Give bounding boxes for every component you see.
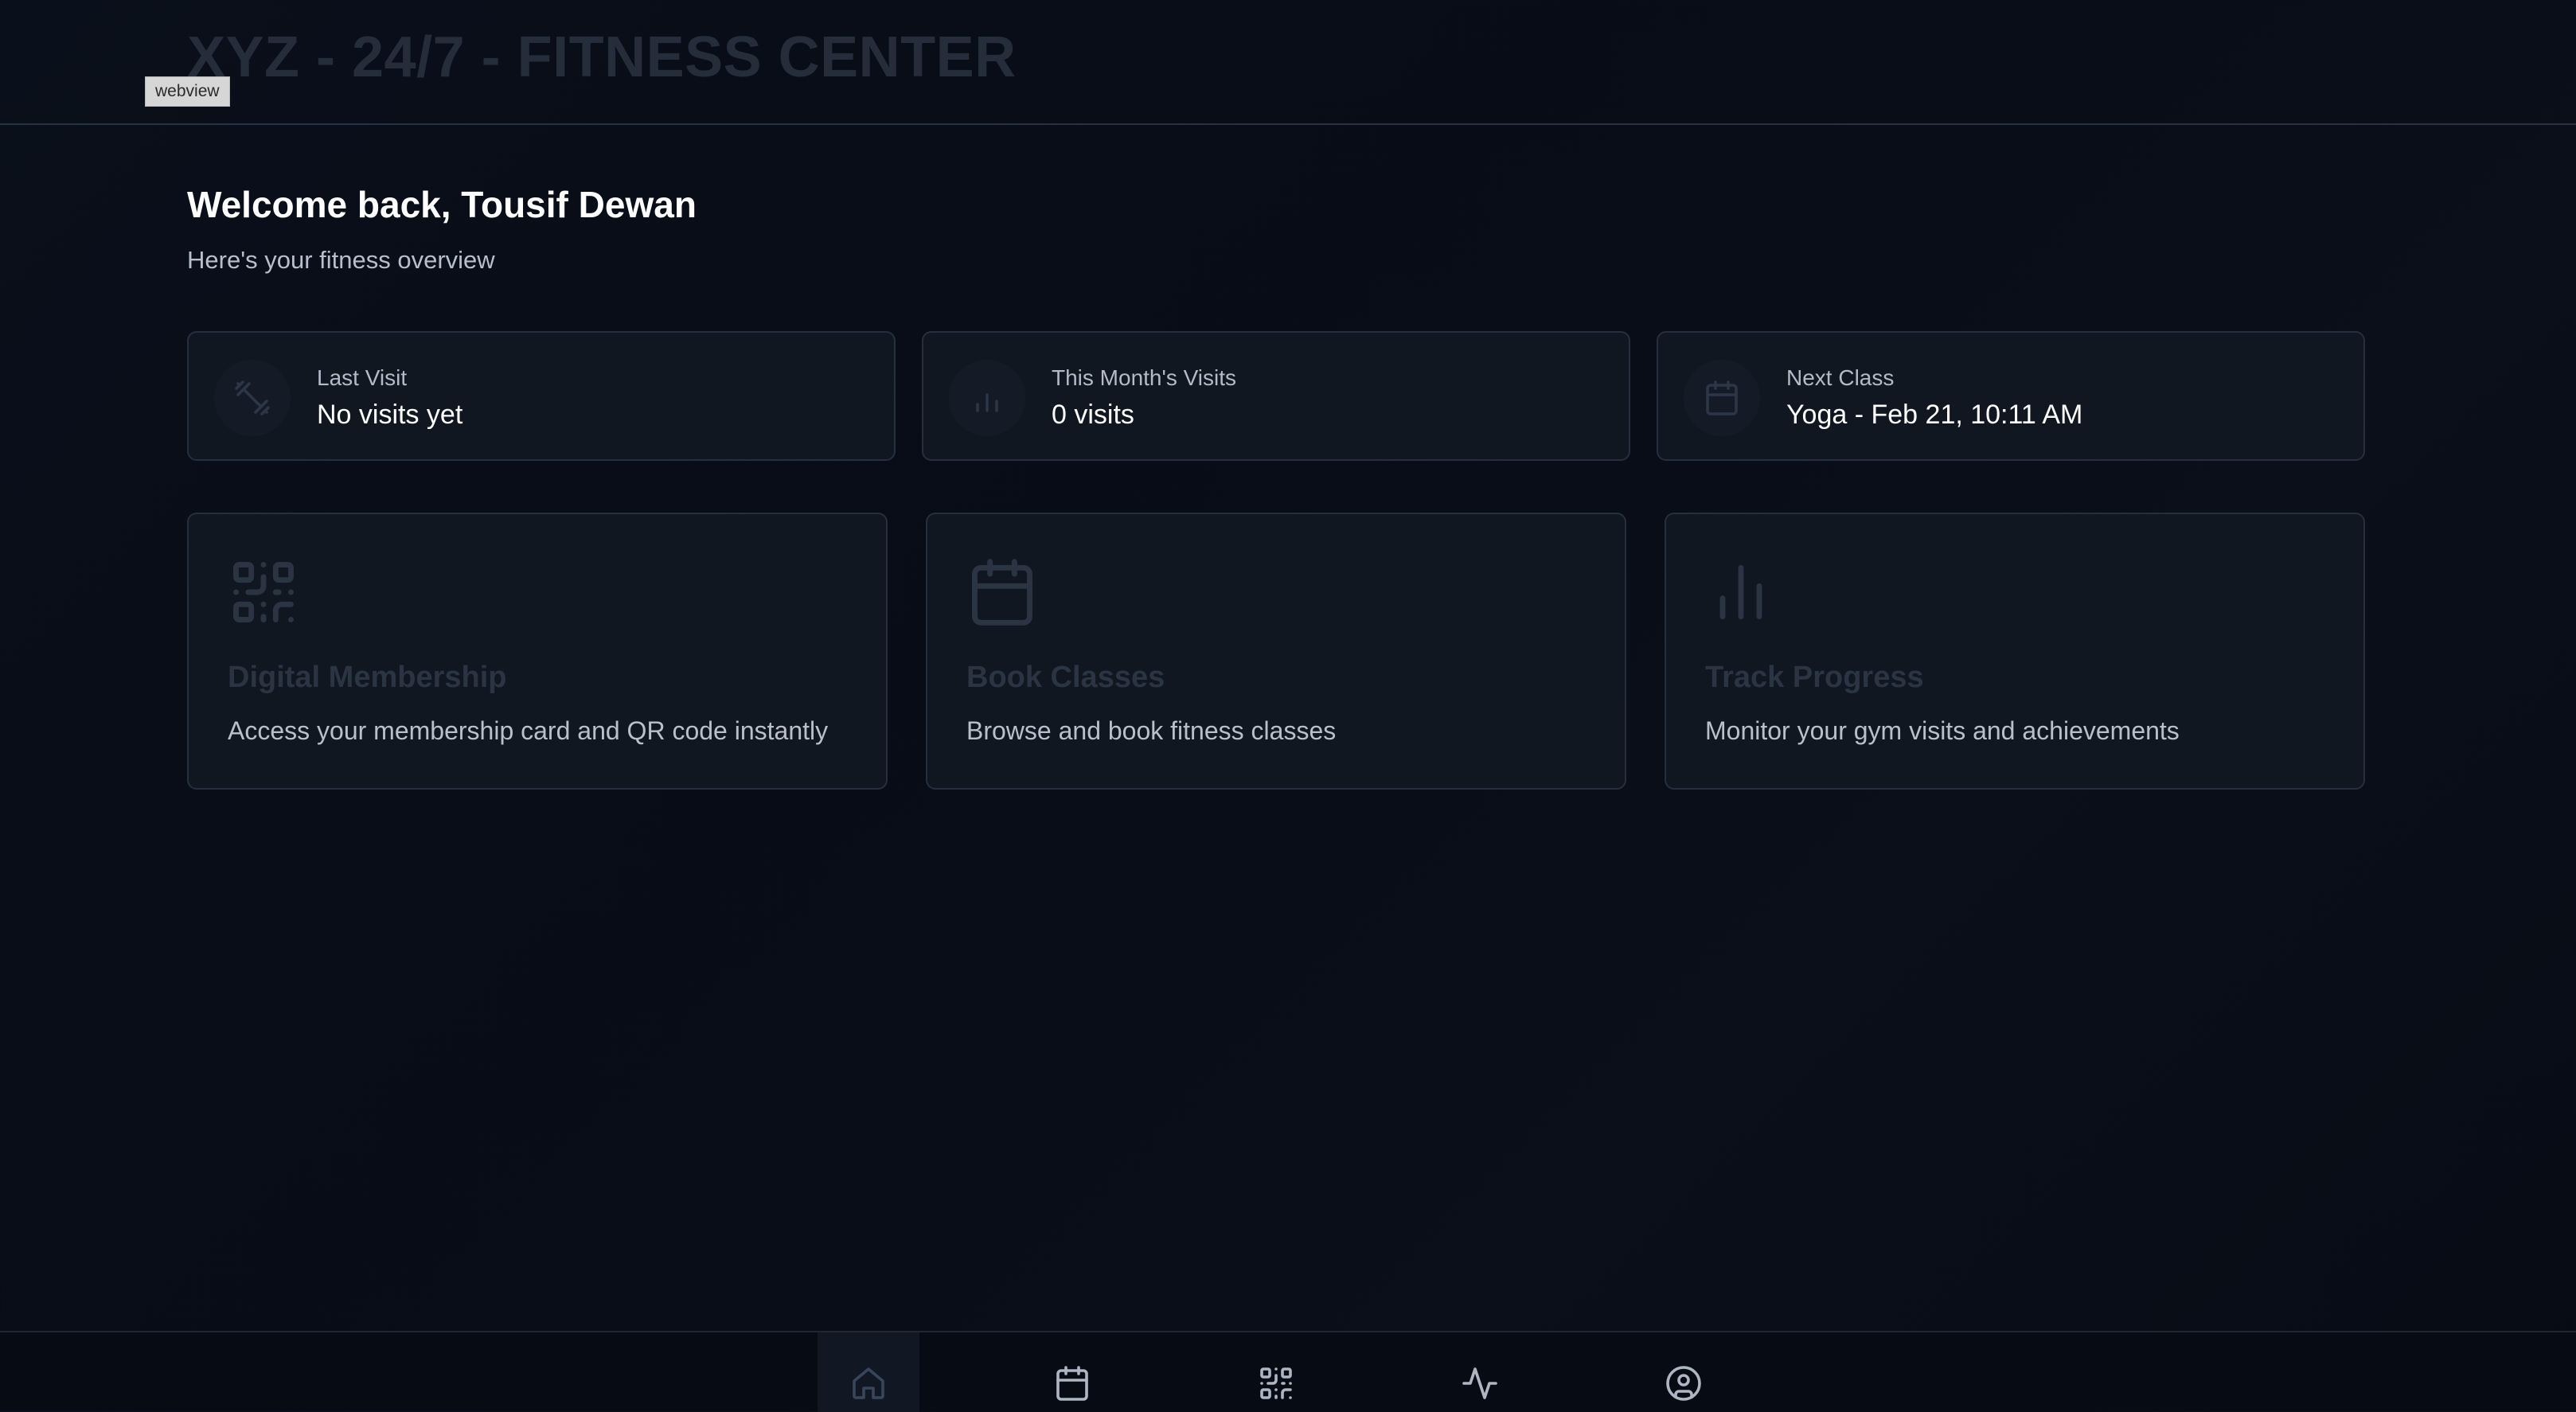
feature-description: Browse and book fitness classes <box>966 716 1337 745</box>
feature-title: Track Progress <box>1705 661 1924 694</box>
nav-item-membership[interactable] <box>1225 1332 1327 1412</box>
welcome-title: Welcome back, Tousif Dewan <box>187 184 697 225</box>
stat-label: Last Visit <box>317 365 408 390</box>
feature-title: Digital Membership <box>228 661 507 694</box>
welcome-subtitle: Here's your fitness overview <box>187 246 495 274</box>
stat-card-next-class: Next Class Yoga - Feb 21, 10:11 AM <box>1657 331 2365 461</box>
home-icon <box>849 1364 888 1402</box>
stat-value: No visits yet <box>317 400 463 430</box>
feature-description: Access your membership card and QR code … <box>228 716 829 745</box>
bottom-nav <box>0 1331 2576 1412</box>
stat-label: This Month's Visits <box>1052 365 1237 390</box>
webview-badge: webview <box>145 76 230 107</box>
qr-code-icon <box>227 556 300 629</box>
bar-chart-icon <box>1704 556 1778 629</box>
calendar-icon <box>1053 1364 1091 1402</box>
user-circle-icon <box>1665 1364 1703 1402</box>
stat-card-month-visits: This Month's Visits 0 visits <box>922 331 1630 461</box>
dumbbell-icon <box>214 360 291 436</box>
feature-card-book-classes[interactable]: Book Classes Browse and book fitness cla… <box>926 513 1626 790</box>
feature-title: Book Classes <box>966 661 1165 694</box>
calendar-icon <box>1684 360 1760 436</box>
feature-description: Monitor your gym visits and achievements <box>1705 716 2180 745</box>
feature-card-digital-membership[interactable]: Digital Membership Access your membershi… <box>187 513 888 790</box>
app-header: XYZ - 24/7 - FITNESS CENTER webview <box>0 0 2576 125</box>
stat-card-last-visit: Last Visit No visits yet <box>187 331 896 461</box>
calendar-icon <box>966 556 1039 629</box>
nav-item-classes[interactable] <box>1021 1332 1123 1412</box>
bar-chart-icon <box>949 360 1025 436</box>
stat-value: 0 visits <box>1052 400 1134 430</box>
nav-item-home[interactable] <box>818 1332 919 1412</box>
nav-item-profile[interactable] <box>1633 1332 1735 1412</box>
app-title: XYZ - 24/7 - FITNESS CENTER <box>187 25 1017 89</box>
stat-label: Next Class <box>1786 365 1895 390</box>
nav-item-activity[interactable] <box>1429 1332 1531 1412</box>
activity-icon <box>1461 1364 1499 1402</box>
qr-code-icon <box>1257 1364 1295 1402</box>
stat-value: Yoga - Feb 21, 10:11 AM <box>1786 400 2083 430</box>
feature-card-track-progress[interactable]: Track Progress Monitor your gym visits a… <box>1665 513 2365 790</box>
